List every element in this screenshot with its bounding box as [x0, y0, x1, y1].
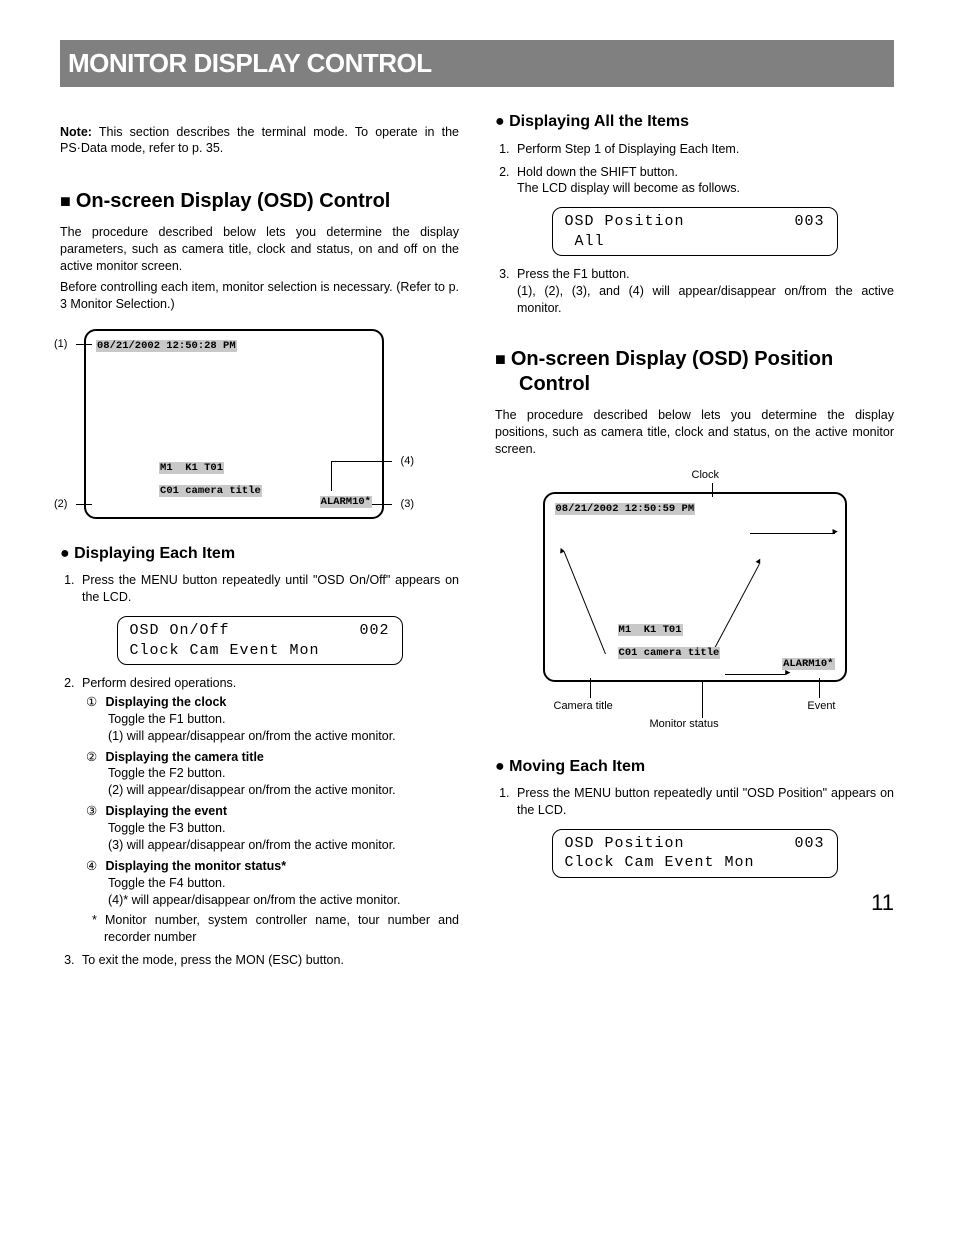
sub-body-event-l2: (3) will appear/disappear on/from the ac… — [86, 837, 459, 854]
all-items-step2b: The LCD display will become as follows. — [517, 181, 740, 195]
circled-1-icon: ① — [86, 694, 102, 711]
all-items-step1: Perform Step 1 of Displaying Each Item. — [513, 141, 894, 158]
sub-body-monitor-l1: Toggle the F4 button. — [86, 875, 459, 892]
sub-item-monitor-status: ④ Displaying the monitor status* Toggle … — [82, 858, 459, 909]
right-column: Displaying All the Items Perform Step 1 … — [495, 111, 894, 975]
sub-body-camera-l1: Toggle the F2 button. — [86, 765, 459, 782]
all-items-step3b: (1), (2), (3), and (4) will appear/disap… — [517, 284, 894, 315]
label-clock: Clock — [692, 468, 720, 483]
lcd-pos-all-line2: All — [565, 232, 605, 252]
screen-diagram-2: Clock 08/21/2002 12:50:59 PM M1 K1 T01 C… — [530, 468, 860, 732]
sub-item-clock: ① Displaying the clock Toggle the F1 but… — [82, 694, 459, 745]
sub-title-monitor: Displaying the monitor status* — [105, 859, 286, 873]
screen2-status-line2: C01 camera title — [618, 647, 721, 659]
label-monitor-status: Monitor status — [650, 717, 719, 732]
lcd-onoff-num: 002 — [359, 621, 389, 641]
sub-item-camera-title: ② Displaying the camera title Toggle the… — [82, 749, 459, 800]
sub-body-monitor-l2: (4)* will appear/disappear on/from the a… — [86, 892, 459, 909]
page-title-bar: MONITOR DISPLAY CONTROL — [60, 40, 894, 87]
monitor-status-footnote: * Monitor number, system controller name… — [82, 912, 459, 946]
all-items-step3: Press the F1 button. (1), (2), (3), and … — [513, 266, 894, 317]
sub-body-clock-l1: Toggle the F1 button. — [86, 711, 459, 728]
screen1-status-line2: C01 camera title — [159, 485, 262, 497]
note-text: This section describes the terminal mode… — [60, 125, 459, 156]
heading-osd-position-control: On-screen Display (OSD) Position Control — [495, 347, 894, 397]
lcd-osd-position-all: OSD Position 003 All — [552, 207, 838, 256]
screen1-alarm: ALARM10* — [320, 496, 372, 508]
callout-1: (1) — [54, 337, 67, 352]
lcd-onoff-title: OSD On/Off — [130, 621, 230, 641]
lcd-pos-all-title: OSD Position — [565, 212, 685, 232]
circled-3-icon: ③ — [86, 803, 102, 820]
sub-title-clock: Displaying the clock — [105, 695, 226, 709]
sub-body-clock-l2: (1) will appear/disappear on/from the ac… — [86, 728, 459, 745]
osd-control-p1: The procedure described below lets you d… — [60, 224, 459, 275]
label-camera-title: Camera title — [554, 699, 613, 714]
each-item-step2-text: Perform desired operations. — [82, 676, 236, 690]
page-number: 11 — [495, 888, 894, 918]
heading-displaying-each-item: Displaying Each Item — [60, 543, 459, 565]
screen-diagram-1: (1) (2) (3) (4) 08/21/2002 12:50:28 PM M… — [84, 329, 384, 519]
all-items-step2: Hold down the SHIFT button. The LCD disp… — [513, 164, 894, 198]
callout-3: (3) — [401, 497, 414, 512]
lcd-osd-onoff: OSD On/Off 002 Clock Cam Event Mon — [117, 616, 403, 665]
screen2-alarm: ALARM10* — [782, 658, 834, 670]
circled-2-icon: ② — [86, 749, 102, 766]
note-label: Note: — [60, 125, 92, 139]
heading-displaying-all-items: Displaying All the Items — [495, 111, 894, 133]
callout-2: (2) — [54, 497, 67, 512]
moving-step1: Press the MENU button repeatedly until "… — [513, 785, 894, 819]
screen1-status-line1: M1 K1 T01 — [159, 462, 224, 474]
each-item-step3: To exit the mode, press the MON (ESC) bu… — [78, 952, 459, 969]
circled-4-icon: ④ — [86, 858, 102, 875]
screen2-status-line1: M1 K1 T01 — [618, 624, 683, 636]
label-event: Event — [807, 699, 835, 714]
callout-4: (4) — [401, 454, 414, 469]
all-items-step3a: Press the F1 button. — [517, 267, 630, 281]
lcd-onoff-line2: Clock Cam Event Mon — [130, 641, 320, 661]
each-item-step2: Perform desired operations. ① Displaying… — [78, 675, 459, 946]
screen1-datetime: 08/21/2002 12:50:28 PM — [96, 340, 237, 352]
sub-title-camera: Displaying the camera title — [105, 750, 263, 764]
sub-body-camera-l2: (2) will appear/disappear on/from the ac… — [86, 782, 459, 799]
left-column: Note: This section describes the termina… — [60, 111, 459, 975]
lcd-osd-position: OSD Position 003 Clock Cam Event Mon — [552, 829, 838, 878]
sub-title-event: Displaying the event — [105, 804, 227, 818]
osd-control-p2: Before controlling each item, monitor se… — [60, 279, 459, 313]
all-items-step2a: Hold down the SHIFT button. — [517, 165, 678, 179]
screen2-datetime: 08/21/2002 12:50:59 PM — [555, 503, 696, 515]
pos-control-p: The procedure described below lets you d… — [495, 407, 894, 458]
lcd-pos-num: 003 — [794, 834, 824, 854]
lcd-pos-title: OSD Position — [565, 834, 685, 854]
each-item-step1: Press the MENU button repeatedly until "… — [78, 572, 459, 606]
sub-body-event-l1: Toggle the F3 button. — [86, 820, 459, 837]
lcd-pos-all-num: 003 — [794, 212, 824, 232]
heading-osd-control: On-screen Display (OSD) Control — [60, 189, 459, 214]
heading-moving-each-item: Moving Each Item — [495, 756, 894, 778]
lcd-pos-line2: Clock Cam Event Mon — [565, 853, 755, 873]
sub-item-event: ③ Displaying the event Toggle the F3 but… — [82, 803, 459, 854]
note-paragraph: Note: This section describes the termina… — [60, 124, 459, 158]
